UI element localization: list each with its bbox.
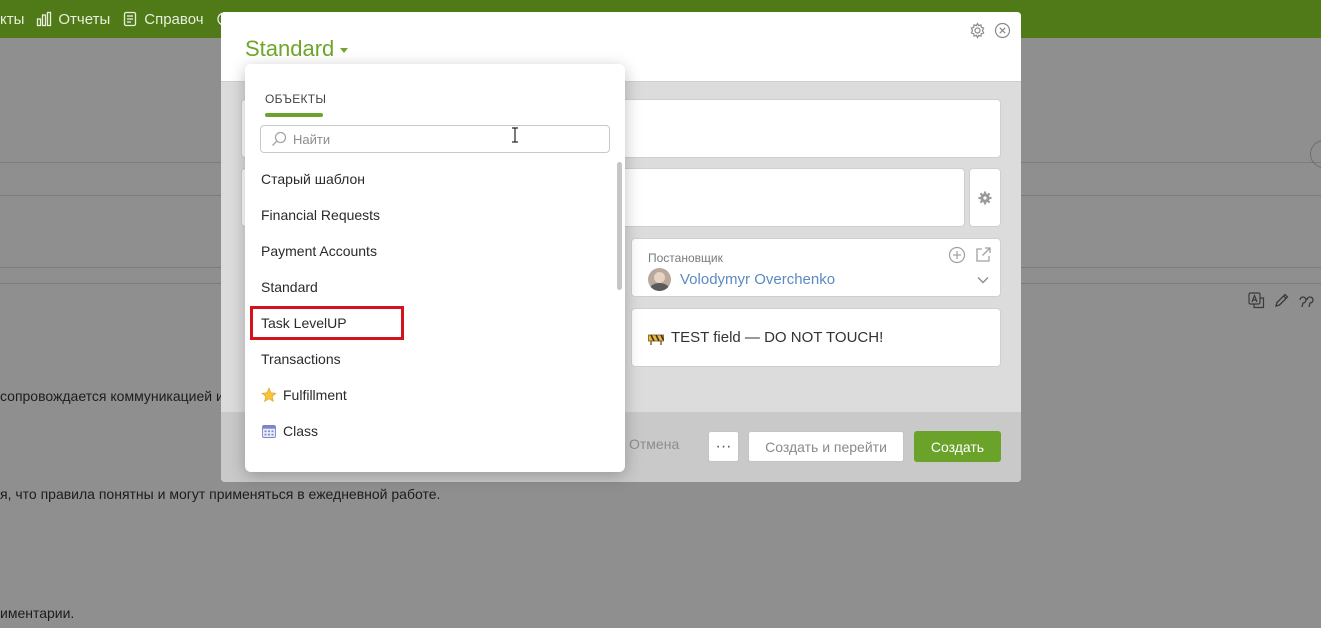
nav-item-label: Справоч bbox=[144, 10, 204, 28]
create-and-open-button[interactable]: Создать и перейти bbox=[748, 431, 904, 462]
list-item[interactable]: Payment Accounts bbox=[245, 233, 617, 269]
list-item[interactable]: Class bbox=[245, 413, 617, 449]
document-icon bbox=[122, 11, 138, 27]
background-text: сопровождается коммуникацией и bbox=[0, 388, 224, 404]
description-settings-button[interactable] bbox=[969, 168, 1001, 227]
pencil-icon[interactable] bbox=[1273, 292, 1290, 309]
bar-chart-icon bbox=[36, 11, 52, 27]
list-item[interactable]: Старый шаблон bbox=[245, 161, 617, 197]
list-item-label: Fulfillment bbox=[283, 387, 347, 403]
highlight-box bbox=[250, 306, 404, 340]
test-field: TEST field — DO NOT TOUCH! bbox=[648, 329, 883, 346]
template-dropdown: ОБЪЕКТЫ Старый шаблон Financial Requests… bbox=[245, 64, 625, 472]
background-text: я, что правила понятны и могут применять… bbox=[0, 486, 441, 502]
assignee[interactable]: Volodymyr Overchenko bbox=[648, 268, 835, 291]
background-text: иментарии. bbox=[0, 605, 75, 621]
cancel-button[interactable]: Отмена bbox=[629, 436, 679, 452]
editor-toolbar bbox=[1248, 292, 1315, 309]
list-item[interactable]: Standard bbox=[245, 269, 617, 305]
search-field[interactable] bbox=[260, 125, 610, 153]
add-circle-icon[interactable] bbox=[948, 246, 966, 264]
chevron-down-icon[interactable] bbox=[976, 273, 990, 287]
avatar bbox=[648, 268, 671, 291]
scroll-button[interactable] bbox=[1310, 140, 1321, 168]
caret-down-icon bbox=[340, 48, 349, 53]
text-cursor-icon bbox=[511, 127, 519, 143]
nav-item-objects[interactable]: кты bbox=[0, 0, 36, 38]
gear-icon[interactable] bbox=[969, 22, 986, 39]
list-item-label: Старый шаблон bbox=[261, 171, 365, 187]
barrier-icon bbox=[648, 332, 665, 345]
template-selector[interactable]: Standard bbox=[245, 36, 349, 62]
quote-icon[interactable] bbox=[1298, 292, 1315, 309]
template-list: Старый шаблон Financial Requests Payment… bbox=[245, 161, 617, 449]
translate-icon[interactable] bbox=[1248, 292, 1265, 309]
nav-item-label: Отчеты bbox=[58, 10, 111, 28]
list-item[interactable]: Transactions bbox=[245, 341, 617, 377]
tab-objects[interactable]: ОБЪЕКТЫ bbox=[265, 92, 326, 106]
tab-active-indicator bbox=[265, 113, 323, 117]
list-item-label: Financial Requests bbox=[261, 207, 381, 223]
calendar-icon bbox=[261, 423, 277, 439]
assignee-label: Постановщик bbox=[648, 251, 723, 265]
custom-field-test[interactable]: TEST field — DO NOT TOUCH! bbox=[631, 308, 1001, 367]
list-item-label: Standard bbox=[261, 279, 318, 295]
more-options-button[interactable]: ··· bbox=[708, 431, 739, 462]
list-item[interactable]: Financial Requests bbox=[245, 197, 617, 233]
nav-item-directories[interactable]: Справоч bbox=[122, 0, 215, 38]
gear-icon bbox=[978, 191, 992, 205]
list-item-label: Transactions bbox=[261, 351, 341, 367]
close-icon[interactable] bbox=[994, 22, 1011, 39]
assignee-field[interactable]: Постановщик Volodymyr Overchenko bbox=[631, 238, 1001, 297]
scrollbar[interactable] bbox=[617, 162, 622, 290]
assignee-tools bbox=[948, 246, 992, 264]
list-item-label: Payment Accounts bbox=[261, 243, 377, 259]
nav-item-label: кты bbox=[0, 10, 25, 28]
list-item-label: Class bbox=[283, 423, 319, 439]
list-item[interactable]: Fulfillment bbox=[245, 377, 617, 413]
modal-header-tools bbox=[969, 22, 1011, 39]
nav-item-reports[interactable]: Отчеты bbox=[36, 0, 122, 38]
test-field-label: TEST field — DO NOT TOUCH! bbox=[671, 329, 884, 346]
create-button[interactable]: Создать bbox=[914, 431, 1001, 462]
star-icon bbox=[261, 387, 277, 403]
assignee-name: Volodymyr Overchenko bbox=[680, 271, 836, 288]
search-input[interactable] bbox=[293, 131, 593, 147]
search-icon bbox=[271, 131, 287, 147]
template-name: Standard bbox=[245, 36, 335, 61]
external-link-icon[interactable] bbox=[974, 246, 992, 264]
